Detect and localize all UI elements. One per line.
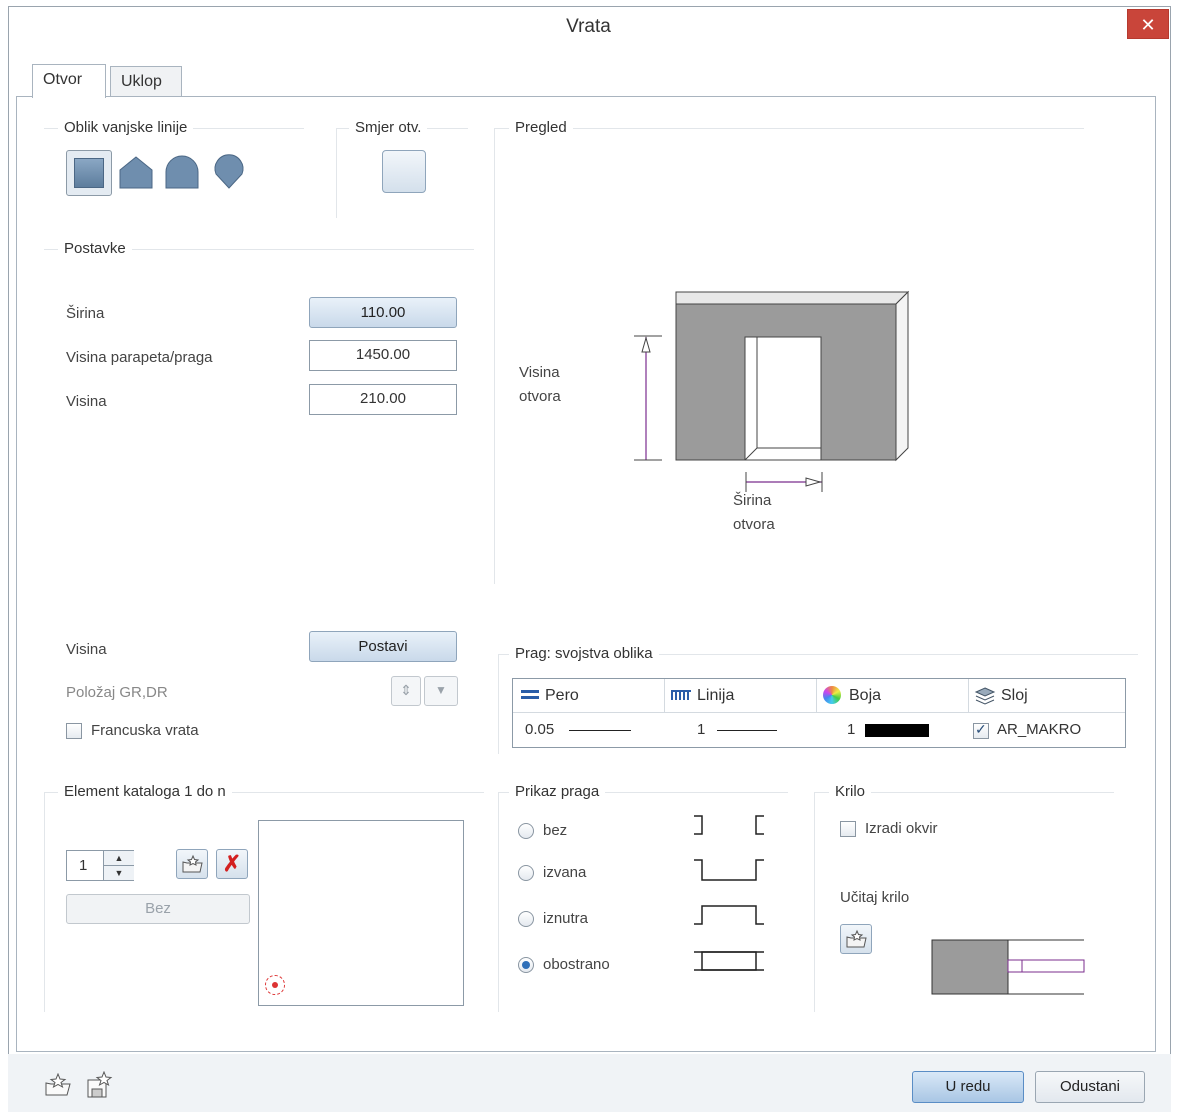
preview-height-label-2: otvora	[519, 388, 561, 405]
direction-group-label: Smjer otv.	[349, 119, 428, 136]
create-frame-label: Izradi okvir	[865, 820, 938, 837]
bez-button[interactable]: Bez	[66, 894, 250, 924]
load-leaf-label: Učitaj krilo	[840, 889, 910, 906]
layers-icon	[974, 687, 996, 705]
gable-shape-icon[interactable]	[118, 154, 154, 190]
parapet-label: Visina parapeta/praga	[66, 349, 213, 366]
radio-iznutra[interactable]	[518, 911, 534, 927]
favorites-save-icon[interactable]	[86, 1071, 114, 1099]
tab-otvor[interactable]: Otvor	[32, 64, 106, 98]
color-swatch	[865, 724, 929, 737]
parapet-input[interactable]: 1450.00	[309, 340, 457, 371]
close-button[interactable]: ✕	[1127, 9, 1169, 39]
color-header-label: Boja	[849, 687, 882, 704]
arch-shape-icon[interactable]	[164, 154, 200, 190]
tab-uklop[interactable]: Uklop	[110, 66, 182, 98]
catalog-preview-box	[258, 820, 464, 1006]
layer-checkbox[interactable]: ✓	[973, 721, 989, 739]
count-value: 1	[79, 857, 88, 874]
outline-group-label: Oblik vanjske linije	[58, 119, 194, 136]
pen-header-label: Pero	[545, 687, 579, 704]
stepper-down-button[interactable]: ▼	[103, 866, 134, 880]
preview-height-label-1: Visina	[519, 364, 560, 381]
visina-label: Visina	[66, 641, 107, 658]
preview-width-label-2: otvora	[733, 516, 775, 533]
preview-group-label: Pregled	[509, 119, 573, 136]
pen-value[interactable]: 0.05	[525, 715, 554, 745]
postavi-button[interactable]: Postavi	[309, 631, 457, 662]
radio-izvana-label: izvana	[543, 864, 587, 881]
delete-x-icon[interactable]: ✗	[216, 849, 248, 879]
threshold-props-table: Pero Linija Boja Sloj 0.05 1 1 ✓ AR_MAKR…	[512, 678, 1126, 748]
french-door-checkbox[interactable]	[66, 723, 82, 739]
threshold-display-group-label: Prikaz praga	[509, 783, 606, 800]
width-label: Širina	[66, 305, 105, 322]
direction-button[interactable]	[382, 150, 426, 193]
leaf-preview-drawing	[931, 939, 1085, 995]
preview-width-label-1: Širina	[733, 492, 772, 509]
stepper-up-button[interactable]: ▲	[103, 851, 134, 866]
table-header-divider	[513, 712, 1125, 713]
load-leaf-button[interactable]	[840, 924, 872, 954]
window-title: Vrata	[566, 16, 611, 37]
height-label: Visina	[66, 393, 107, 410]
color-value[interactable]: 1	[847, 715, 855, 745]
pen-header[interactable]: Pero	[513, 679, 665, 712]
catalog-open-button[interactable]	[176, 849, 208, 879]
radio-iznutra-label: iznutra	[543, 910, 589, 927]
layer-header-label: Sloj	[1001, 687, 1028, 704]
cancel-button[interactable]: Odustani	[1035, 1071, 1145, 1103]
line-icon	[671, 690, 691, 700]
radio-izvana[interactable]	[518, 865, 534, 881]
leaf-group-label: Krilo	[829, 783, 872, 800]
position-label: Položaj GR,DR	[66, 684, 168, 701]
line-value[interactable]: 1	[697, 715, 705, 745]
round-shape-icon[interactable]	[212, 154, 246, 190]
count-stepper[interactable]: 1 ▲ ▼	[66, 850, 134, 881]
layer-value[interactable]: AR_MAKRO	[997, 715, 1081, 745]
pen-icon	[521, 688, 539, 702]
settings-group-label: Postavke	[58, 240, 132, 257]
create-frame-checkbox[interactable]	[840, 821, 856, 837]
catalog-group-label: Element kataloga 1 do n	[58, 783, 232, 800]
layer-header[interactable]: Sloj	[969, 679, 1125, 712]
french-door-label: Francuska vrata	[91, 722, 199, 739]
line-header-label: Linija	[697, 687, 735, 704]
rectangle-shape-icon	[74, 158, 104, 188]
height-input[interactable]: 210.00	[309, 384, 457, 415]
favorites-open-icon[interactable]	[44, 1073, 72, 1097]
ok-button[interactable]: U redu	[912, 1071, 1024, 1103]
swap-position-button[interactable]: ⇕	[391, 676, 421, 706]
width-value-button[interactable]: 110.00	[309, 297, 457, 328]
folder-star-icon	[846, 929, 867, 948]
color-wheel-icon	[823, 686, 841, 704]
line-style-sample	[717, 730, 777, 731]
radio-obostrano-label: obostrano	[543, 956, 610, 973]
line-header[interactable]: Linija	[665, 679, 817, 712]
color-header[interactable]: Boja	[817, 679, 969, 712]
pen-line-sample	[569, 730, 631, 731]
rectangle-shape-button[interactable]	[66, 150, 112, 196]
origin-point-icon	[265, 975, 285, 995]
door-preview-drawing	[634, 290, 910, 492]
radio-bez-label: bez	[543, 822, 568, 839]
position-dropdown-button[interactable]: ▼	[424, 676, 458, 706]
folder-star-icon	[182, 854, 203, 873]
threshold-props-group-label: Prag: svojstva oblika	[509, 645, 659, 662]
radio-bez[interactable]	[518, 823, 534, 839]
threshold-style-diagrams	[694, 815, 764, 971]
radio-obostrano[interactable]	[518, 957, 534, 973]
